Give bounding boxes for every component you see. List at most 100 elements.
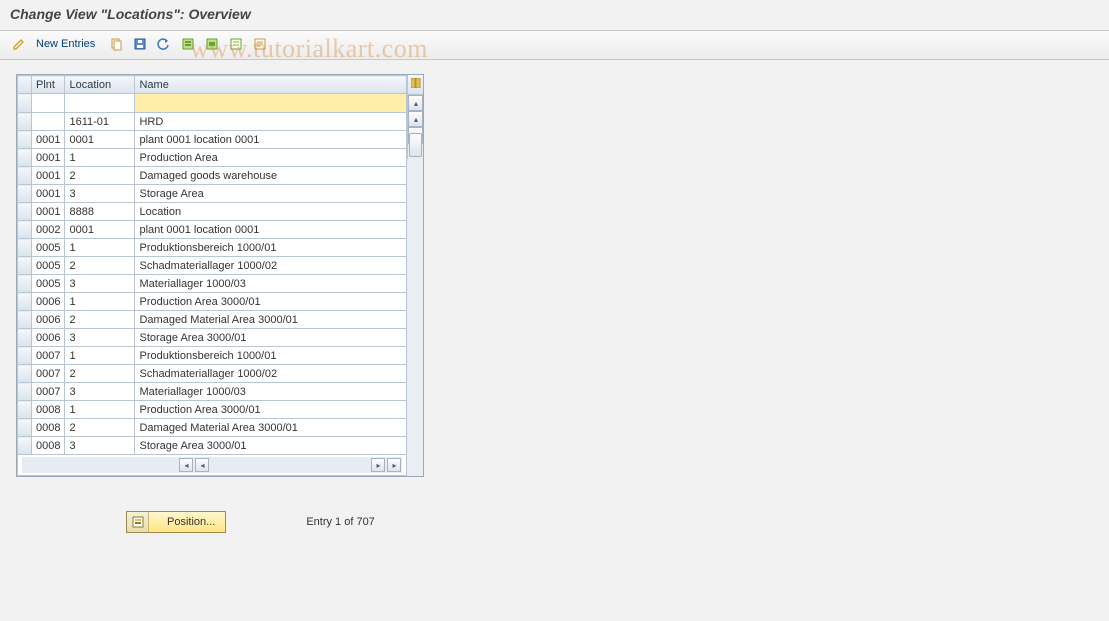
row-selector[interactable] (18, 203, 32, 221)
table-row[interactable]: 1611-01HRD (18, 113, 407, 131)
row-selector[interactable] (18, 347, 32, 365)
cell-location[interactable]: 1 (65, 293, 135, 311)
table-row[interactable]: 00012Damaged goods warehouse (18, 167, 407, 185)
cell-name[interactable]: Location (135, 203, 407, 221)
cell-plnt[interactable] (32, 113, 65, 131)
row-selector[interactable] (18, 311, 32, 329)
table-row[interactable]: 00083Storage Area 3000/01 (18, 437, 407, 455)
table-row[interactable]: 00013Storage Area (18, 185, 407, 203)
scroll-thumb[interactable] (409, 133, 422, 157)
cell-name[interactable]: Storage Area 3000/01 (135, 437, 407, 455)
horizontal-scrollbar[interactable]: ◂ ◂ ▸ ▸ (22, 457, 402, 473)
cell-plnt[interactable]: 0006 (32, 311, 65, 329)
cell-name[interactable]: Production Area 3000/01 (135, 401, 407, 419)
cell-location[interactable]: 3 (65, 329, 135, 347)
change-icon[interactable] (10, 35, 28, 53)
cell-location[interactable]: 3 (65, 185, 135, 203)
scroll-first-icon[interactable]: ◂ (179, 458, 193, 472)
select-all-icon[interactable] (179, 35, 197, 53)
cell-location[interactable]: 0001 (65, 131, 135, 149)
cell-name[interactable]: Storage Area 3000/01 (135, 329, 407, 347)
cell-name[interactable]: Schadmateriallager 1000/02 (135, 365, 407, 383)
cell-location[interactable]: 8888 (65, 203, 135, 221)
row-selector[interactable] (18, 131, 32, 149)
scroll-up-icon[interactable]: ▴ (408, 95, 423, 111)
row-selector[interactable] (18, 437, 32, 455)
column-header-name[interactable]: Name (135, 76, 407, 94)
table-row[interactable]: 00061Production Area 3000/01 (18, 293, 407, 311)
row-selector[interactable] (18, 419, 32, 437)
cell-plnt[interactable]: 0007 (32, 383, 65, 401)
cell-name[interactable]: Storage Area (135, 185, 407, 203)
row-selector[interactable] (18, 221, 32, 239)
cell-name[interactable]: Schadmateriallager 1000/02 (135, 257, 407, 275)
cell-name[interactable]: plant 0001 location 0001 (135, 131, 407, 149)
cell-location[interactable]: 0001 (65, 221, 135, 239)
cell-name[interactable]: Damaged Material Area 3000/01 (135, 419, 407, 437)
cell-plnt[interactable]: 0001 (32, 185, 65, 203)
table-row[interactable]: 00063Storage Area 3000/01 (18, 329, 407, 347)
cell-name[interactable]: Damaged goods warehouse (135, 167, 407, 185)
scroll-right-icon[interactable]: ▸ (371, 458, 385, 472)
cell-plnt[interactable]: 0005 (32, 239, 65, 257)
cell-plnt[interactable]: 0001 (32, 167, 65, 185)
table-row[interactable]: 00072Schadmateriallager 1000/02 (18, 365, 407, 383)
row-selector[interactable] (18, 365, 32, 383)
vertical-scrollbar[interactable]: ▴ ▴ ▾ (407, 75, 423, 159)
deselect-all-icon[interactable] (227, 35, 245, 53)
cell-location[interactable]: 2 (65, 167, 135, 185)
table-row[interactable]: 00011Production Area (18, 149, 407, 167)
column-header-location[interactable]: Location (65, 76, 135, 94)
cell-plnt[interactable]: 0005 (32, 257, 65, 275)
cell-plnt[interactable]: 0002 (32, 221, 65, 239)
cell-plnt[interactable]: 0005 (32, 275, 65, 293)
column-header-selector[interactable] (18, 76, 32, 94)
save-icon[interactable] (131, 35, 149, 53)
cell-location[interactable]: 2 (65, 257, 135, 275)
table-row[interactable]: 00052Schadmateriallager 1000/02 (18, 257, 407, 275)
row-selector[interactable] (18, 257, 32, 275)
cell-name[interactable]: Materiallager 1000/03 (135, 383, 407, 401)
scroll-show-up-icon[interactable]: ▴ (408, 111, 423, 127)
row-selector[interactable] (18, 275, 32, 293)
cell-location[interactable]: 2 (65, 311, 135, 329)
input-location[interactable] (65, 94, 135, 113)
table-row[interactable]: 00081Production Area 3000/01 (18, 401, 407, 419)
table-row[interactable]: 00051Produktionsbereich 1000/01 (18, 239, 407, 257)
row-selector[interactable] (18, 293, 32, 311)
cell-name[interactable]: HRD (135, 113, 407, 131)
cell-name[interactable]: Damaged Material Area 3000/01 (135, 311, 407, 329)
table-row[interactable]: 00082Damaged Material Area 3000/01 (18, 419, 407, 437)
table-row[interactable]: 00053Materiallager 1000/03 (18, 275, 407, 293)
cell-location[interactable]: 1611-01 (65, 113, 135, 131)
cell-plnt[interactable]: 0001 (32, 131, 65, 149)
cell-name[interactable]: Produktionsbereich 1000/01 (135, 239, 407, 257)
configure-columns-icon[interactable] (411, 78, 421, 91)
row-selector[interactable] (18, 94, 32, 113)
cell-name[interactable]: Production Area (135, 149, 407, 167)
row-selector[interactable] (18, 383, 32, 401)
row-selector[interactable] (18, 239, 32, 257)
cell-location[interactable]: 3 (65, 383, 135, 401)
cell-plnt[interactable]: 0001 (32, 203, 65, 221)
scroll-left-icon[interactable]: ◂ (195, 458, 209, 472)
row-selector[interactable] (18, 329, 32, 347)
row-selector[interactable] (18, 149, 32, 167)
cell-name[interactable]: Production Area 3000/01 (135, 293, 407, 311)
cell-location[interactable]: 3 (65, 275, 135, 293)
undo-icon[interactable] (155, 35, 173, 53)
cell-name[interactable]: Materiallager 1000/03 (135, 275, 407, 293)
cell-location[interactable]: 1 (65, 347, 135, 365)
cell-location[interactable]: 1 (65, 149, 135, 167)
table-row[interactable]: 00020001plant 0001 location 0001 (18, 221, 407, 239)
scroll-last-icon[interactable]: ▸ (387, 458, 401, 472)
cell-plnt[interactable]: 0008 (32, 437, 65, 455)
cell-plnt[interactable]: 0007 (32, 347, 65, 365)
cell-plnt[interactable]: 0006 (32, 293, 65, 311)
input-name[interactable] (135, 94, 406, 112)
table-row[interactable]: 00018888Location (18, 203, 407, 221)
table-row[interactable]: 00071Produktionsbereich 1000/01 (18, 347, 407, 365)
position-button[interactable]: Position... (126, 511, 226, 533)
table-row[interactable]: 00073Materiallager 1000/03 (18, 383, 407, 401)
new-entries-button[interactable]: New Entries (36, 38, 95, 50)
